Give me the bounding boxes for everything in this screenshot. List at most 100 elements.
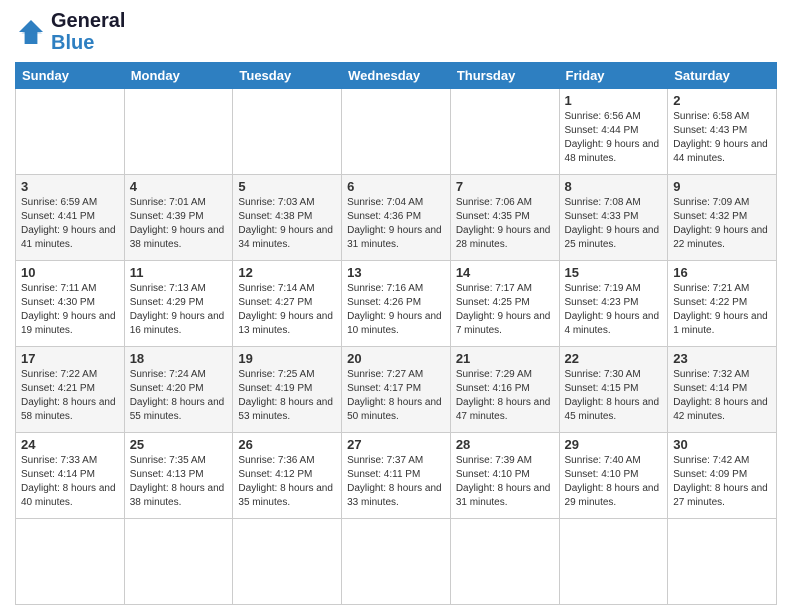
day-number: 11	[130, 265, 228, 280]
empty-cell	[16, 519, 125, 605]
day-info: Sunrise: 7:33 AM Sunset: 4:14 PM Dayligh…	[21, 454, 119, 510]
day-cell-20: 20Sunrise: 7:27 AM Sunset: 4:17 PM Dayli…	[342, 347, 451, 433]
day-cell-3: 3 Sunrise: 6:59 AM Sunset: 4:41 PM Daylig…	[16, 175, 125, 261]
day-info: Sunrise: 7:19 AM Sunset: 4:23 PM Dayligh…	[565, 282, 663, 338]
weekday-header-thursday: Thursday	[450, 63, 559, 89]
day-number: 20	[347, 351, 445, 366]
day-cell-22: 22 Sunrise: 7:30 AM Sunset: 4:15 PM Dayli…	[559, 347, 668, 433]
day-number: 22	[565, 351, 663, 366]
day-info: Sunrise: 7:03 AM Sunset: 4:38 PM Dayligh…	[238, 196, 336, 252]
day-info: Sunrise: 7:09 AM Sunset: 4:32 PM Dayligh…	[673, 196, 771, 252]
day-info: Sunrise: 7:40 AM Sunset: 4:10 PM Dayligh…	[565, 454, 663, 510]
day-info: Sunrise: 7:11 AM Sunset: 4:30 PM Dayligh…	[21, 282, 119, 338]
weekday-header-saturday: Saturday	[668, 63, 777, 89]
day-number: 17	[21, 351, 119, 366]
day-number: 18	[130, 351, 228, 366]
empty-cell	[16, 89, 125, 175]
day-number: 30	[673, 437, 771, 452]
day-cell-26: 26 Sunrise: 7:36 AM Sunset: 4:12 PM Dayli…	[233, 433, 342, 519]
day-number: 15	[565, 265, 663, 280]
day-info: Sunrise: 6:56 AM Sunset: 4:44 PM Dayligh…	[565, 110, 663, 166]
day-number: 6	[347, 179, 445, 194]
day-info: Sunrise: 6:59 AM Sunset: 4:41 PM Dayligh…	[21, 196, 119, 252]
day-number: 3	[21, 179, 119, 194]
day-number: 25	[130, 437, 228, 452]
day-cell-28: 28 Sunrise: 7:39 AM Sunset: 4:10 PM Dayli…	[450, 433, 559, 519]
day-info: Sunrise: 7:17 AM Sunset: 4:25 PM Dayligh…	[456, 282, 554, 338]
calendar-row	[16, 519, 777, 605]
day-cell-11: 11Sunrise: 7:13 AM Sunset: 4:29 PM Dayli…	[124, 261, 233, 347]
day-number: 26	[238, 437, 336, 452]
day-cell-18: 18 Sunrise: 7:24 AM Sunset: 4:20 PM Dayli…	[124, 347, 233, 433]
day-cell-29: 29Sunrise: 7:40 AM Sunset: 4:10 PM Dayli…	[559, 433, 668, 519]
weekday-header-row: SundayMondayTuesdayWednesdayThursdayFrid…	[16, 63, 777, 89]
day-info: Sunrise: 7:39 AM Sunset: 4:10 PM Dayligh…	[456, 454, 554, 510]
day-number: 4	[130, 179, 228, 194]
day-cell-17: 17 Sunrise: 7:22 AM Sunset: 4:21 PM Dayli…	[16, 347, 125, 433]
empty-cell	[450, 89, 559, 175]
day-number: 8	[565, 179, 663, 194]
day-cell-14: 14Sunrise: 7:17 AM Sunset: 4:25 PM Dayli…	[450, 261, 559, 347]
day-cell-19: 19 Sunrise: 7:25 AM Sunset: 4:19 PM Dayli…	[233, 347, 342, 433]
calendar-body: 1Sunrise: 6:56 AM Sunset: 4:44 PM Daylig…	[16, 89, 777, 605]
day-cell-27: 27 Sunrise: 7:37 AM Sunset: 4:11 PM Dayli…	[342, 433, 451, 519]
day-number: 9	[673, 179, 771, 194]
day-number: 16	[673, 265, 771, 280]
empty-cell	[342, 89, 451, 175]
day-cell-21: 21Sunrise: 7:29 AM Sunset: 4:16 PM Dayli…	[450, 347, 559, 433]
day-info: Sunrise: 7:32 AM Sunset: 4:14 PM Dayligh…	[673, 368, 771, 424]
calendar-row: 24 Sunrise: 7:33 AM Sunset: 4:14 PM Dayli…	[16, 433, 777, 519]
day-info: Sunrise: 7:37 AM Sunset: 4:11 PM Dayligh…	[347, 454, 445, 510]
day-cell-10: 10 Sunrise: 7:11 AM Sunset: 4:30 PM Dayli…	[16, 261, 125, 347]
day-number: 13	[347, 265, 445, 280]
calendar-row: 10 Sunrise: 7:11 AM Sunset: 4:30 PM Dayli…	[16, 261, 777, 347]
day-number: 2	[673, 93, 771, 108]
day-info: Sunrise: 7:36 AM Sunset: 4:12 PM Dayligh…	[238, 454, 336, 510]
calendar-table: SundayMondayTuesdayWednesdayThursdayFrid…	[15, 62, 777, 605]
day-info: Sunrise: 7:35 AM Sunset: 4:13 PM Dayligh…	[130, 454, 228, 510]
day-cell-23: 23 Sunrise: 7:32 AM Sunset: 4:14 PM Dayli…	[668, 347, 777, 433]
day-info: Sunrise: 7:06 AM Sunset: 4:35 PM Dayligh…	[456, 196, 554, 252]
day-info: Sunrise: 7:24 AM Sunset: 4:20 PM Dayligh…	[130, 368, 228, 424]
day-cell-25: 25 Sunrise: 7:35 AM Sunset: 4:13 PM Dayli…	[124, 433, 233, 519]
empty-cell	[124, 519, 233, 605]
day-info: Sunrise: 7:04 AM Sunset: 4:36 PM Dayligh…	[347, 196, 445, 252]
calendar-row: 3 Sunrise: 6:59 AM Sunset: 4:41 PM Daylig…	[16, 175, 777, 261]
weekday-header-sunday: Sunday	[16, 63, 125, 89]
day-number: 24	[21, 437, 119, 452]
empty-cell	[342, 519, 451, 605]
day-info: Sunrise: 7:01 AM Sunset: 4:39 PM Dayligh…	[130, 196, 228, 252]
empty-cell	[450, 519, 559, 605]
day-number: 28	[456, 437, 554, 452]
logo-icon	[15, 16, 47, 48]
empty-cell	[233, 519, 342, 605]
day-cell-13: 13 Sunrise: 7:16 AM Sunset: 4:26 PM Dayli…	[342, 261, 451, 347]
weekday-header-tuesday: Tuesday	[233, 63, 342, 89]
day-cell-24: 24 Sunrise: 7:33 AM Sunset: 4:14 PM Dayli…	[16, 433, 125, 519]
day-cell-5: 5 Sunrise: 7:03 AM Sunset: 4:38 PM Daylig…	[233, 175, 342, 261]
day-cell-2: 2Sunrise: 6:58 AM Sunset: 4:43 PM Daylig…	[668, 89, 777, 175]
day-number: 21	[456, 351, 554, 366]
day-info: Sunrise: 7:30 AM Sunset: 4:15 PM Dayligh…	[565, 368, 663, 424]
calendar-row: 1Sunrise: 6:56 AM Sunset: 4:44 PM Daylig…	[16, 89, 777, 175]
day-info: Sunrise: 7:08 AM Sunset: 4:33 PM Dayligh…	[565, 196, 663, 252]
day-info: Sunrise: 7:21 AM Sunset: 4:22 PM Dayligh…	[673, 282, 771, 338]
day-number: 5	[238, 179, 336, 194]
day-cell-16: 16 Sunrise: 7:21 AM Sunset: 4:22 PM Dayli…	[668, 261, 777, 347]
day-number: 23	[673, 351, 771, 366]
day-number: 12	[238, 265, 336, 280]
header: General Blue	[15, 10, 777, 54]
day-number: 19	[238, 351, 336, 366]
weekday-header-friday: Friday	[559, 63, 668, 89]
day-number: 27	[347, 437, 445, 452]
empty-cell	[124, 89, 233, 175]
empty-cell	[668, 519, 777, 605]
calendar-row: 17 Sunrise: 7:22 AM Sunset: 4:21 PM Dayli…	[16, 347, 777, 433]
day-info: Sunrise: 7:25 AM Sunset: 4:19 PM Dayligh…	[238, 368, 336, 424]
day-info: Sunrise: 7:16 AM Sunset: 4:26 PM Dayligh…	[347, 282, 445, 338]
day-info: Sunrise: 7:22 AM Sunset: 4:21 PM Dayligh…	[21, 368, 119, 424]
logo-general: General	[51, 10, 125, 32]
weekday-header-monday: Monday	[124, 63, 233, 89]
day-number: 10	[21, 265, 119, 280]
page-container: General Blue SundayMondayTuesdayWednesda…	[0, 0, 792, 615]
